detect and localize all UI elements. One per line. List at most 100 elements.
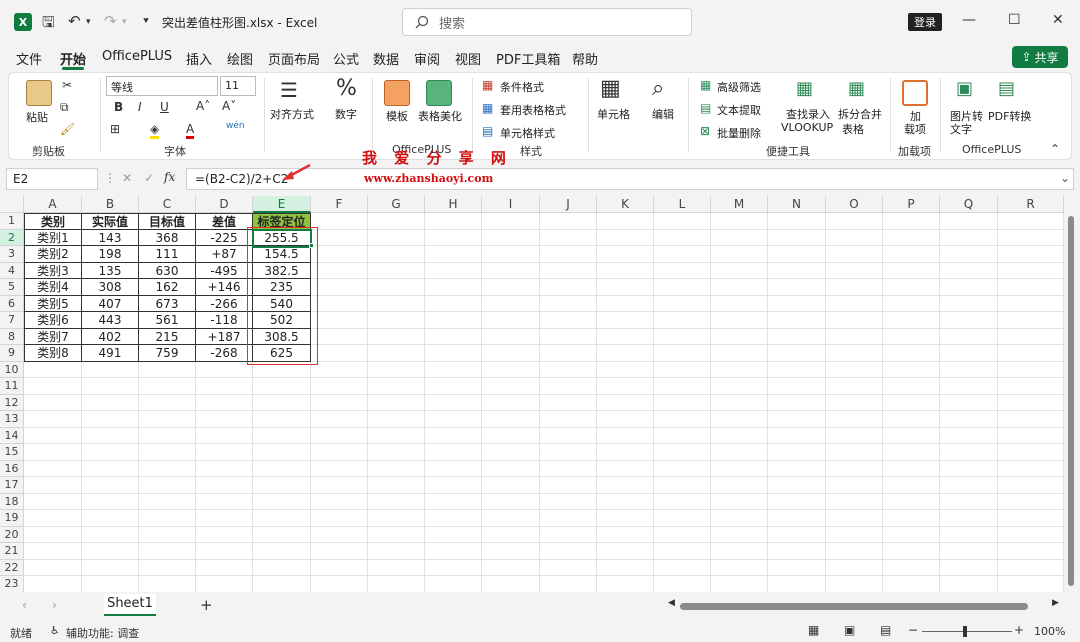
row-header[interactable]: 1 <box>0 213 24 230</box>
grid-cell[interactable] <box>883 262 940 279</box>
table-cell[interactable]: 类别7 <box>24 328 82 345</box>
grid-cell[interactable] <box>482 543 540 560</box>
grid-cell[interactable] <box>82 510 139 527</box>
row-header[interactable]: 6 <box>0 295 24 312</box>
grid-cell[interactable] <box>482 361 540 378</box>
beautify-label[interactable]: 表格美化 <box>418 108 462 124</box>
table-cell[interactable]: 673 <box>139 295 196 312</box>
table-cell[interactable]: 491 <box>82 345 139 362</box>
grid-cell[interactable] <box>540 444 597 461</box>
column-header[interactable]: J <box>540 196 597 213</box>
table-format-label[interactable]: 套用表格格式 <box>500 102 566 118</box>
grid-cell[interactable] <box>654 378 711 395</box>
grid-cell[interactable] <box>940 312 998 329</box>
grid-cell[interactable] <box>482 460 540 477</box>
grid-cell[interactable] <box>139 361 196 378</box>
grid-cell[interactable] <box>139 460 196 477</box>
grid-cell[interactable] <box>998 295 1064 312</box>
menu-review[interactable]: 审阅 <box>414 49 440 68</box>
grid-cell[interactable] <box>883 559 940 576</box>
grid-cell[interactable] <box>826 295 883 312</box>
add-sheet-icon[interactable]: + <box>200 596 213 614</box>
grid-cell[interactable] <box>82 394 139 411</box>
grid-cell[interactable] <box>883 279 940 296</box>
table-cell[interactable]: -225 <box>196 229 253 246</box>
grid-cell[interactable] <box>711 378 768 395</box>
grid-cell[interactable] <box>425 361 482 378</box>
grid-cell[interactable] <box>368 262 425 279</box>
grid-cell[interactable] <box>711 279 768 296</box>
grid-cell[interactable] <box>998 526 1064 543</box>
grid-cell[interactable] <box>311 510 368 527</box>
grid-cell[interactable] <box>654 246 711 263</box>
grid-cell[interactable] <box>24 510 82 527</box>
expand-formula-icon[interactable]: ⌄ <box>1060 171 1070 185</box>
grid-cell[interactable] <box>82 460 139 477</box>
grid-cell[interactable] <box>311 312 368 329</box>
grid-cell[interactable] <box>425 559 482 576</box>
grid-cell[interactable] <box>768 427 826 444</box>
grid-cell[interactable] <box>654 526 711 543</box>
grid-cell[interactable] <box>139 526 196 543</box>
grid-cell[interactable] <box>368 493 425 510</box>
grid-cell[interactable] <box>482 213 540 230</box>
grid-cell[interactable] <box>940 526 998 543</box>
grid-cell[interactable] <box>24 559 82 576</box>
grid-cell[interactable] <box>597 295 654 312</box>
undo-icon[interactable]: ↶ <box>68 12 81 30</box>
grid-cell[interactable] <box>768 229 826 246</box>
grid-cell[interactable] <box>597 460 654 477</box>
grid-cell[interactable] <box>139 493 196 510</box>
grid-cell[interactable] <box>940 510 998 527</box>
grid-cell[interactable] <box>711 460 768 477</box>
grid-cell[interactable] <box>482 312 540 329</box>
increase-font-icon[interactable]: A˄ <box>196 99 210 113</box>
grid-cell[interactable] <box>998 229 1064 246</box>
hscroll-left-icon[interactable]: ◀ <box>668 598 675 608</box>
column-header[interactable]: B <box>82 196 139 213</box>
grid-cell[interactable] <box>768 361 826 378</box>
grid-cell[interactable] <box>597 345 654 362</box>
grid-cell[interactable] <box>196 526 253 543</box>
grid-cell[interactable] <box>540 279 597 296</box>
cell-style-icon[interactable]: ▤ <box>482 124 493 138</box>
grid-cell[interactable] <box>253 444 311 461</box>
grid-cell[interactable] <box>597 262 654 279</box>
grid-cell[interactable] <box>368 246 425 263</box>
maximize-icon[interactable]: ☐ <box>1008 12 1021 28</box>
font-color-icon[interactable]: A <box>186 122 195 139</box>
menu-formulas[interactable]: 公式 <box>333 49 359 68</box>
zoom-level[interactable]: 100% <box>1034 625 1065 638</box>
adv-filter-label[interactable]: 高级筛选 <box>717 79 761 95</box>
grid-cell[interactable] <box>482 279 540 296</box>
table-cell[interactable]: -495 <box>196 262 253 279</box>
copy-icon[interactable]: ⧉ <box>60 100 69 115</box>
grid-cell[interactable] <box>24 444 82 461</box>
row-header[interactable]: 7 <box>0 312 24 329</box>
grid-cell[interactable] <box>253 576 311 592</box>
column-header[interactable]: C <box>139 196 196 213</box>
grid-cell[interactable] <box>482 493 540 510</box>
grid-cell[interactable] <box>998 213 1064 230</box>
grid-cell[interactable] <box>311 246 368 263</box>
table-cell[interactable]: 类别4 <box>24 279 82 296</box>
adv-filter-icon[interactable]: ▦ <box>700 78 711 92</box>
grid-cell[interactable] <box>24 460 82 477</box>
grid-cell[interactable] <box>768 328 826 345</box>
table-header-cell[interactable]: 差值 <box>196 213 253 230</box>
grid-cell[interactable] <box>82 543 139 560</box>
grid-cell[interactable] <box>311 477 368 494</box>
grid-cell[interactable] <box>311 279 368 296</box>
grid-cell[interactable] <box>883 312 940 329</box>
grid-cell[interactable] <box>768 510 826 527</box>
grid-cell[interactable] <box>196 510 253 527</box>
menu-pdf-toolbox[interactable]: PDF工具箱 <box>496 49 560 68</box>
grid-cell[interactable] <box>311 361 368 378</box>
grid-cell[interactable] <box>597 477 654 494</box>
grid-cell[interactable] <box>768 477 826 494</box>
table-cell[interactable]: 402 <box>82 328 139 345</box>
grid-cell[interactable] <box>24 378 82 395</box>
grid-cell[interactable] <box>883 411 940 428</box>
grid-cell[interactable] <box>253 394 311 411</box>
grid-cell[interactable] <box>654 444 711 461</box>
